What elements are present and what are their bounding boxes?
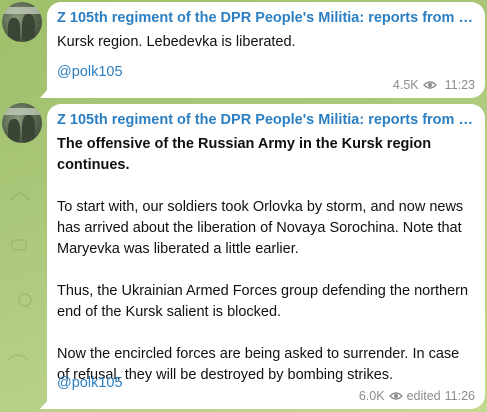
- bubble-tail: [40, 88, 49, 98]
- view-count: 6.0K: [358, 389, 385, 403]
- message-paragraph: Thus, the Ukrainian Armed Forces group d…: [57, 283, 469, 320]
- eye-icon: [388, 392, 403, 400]
- message-bubble[interactable]: Z 105th regiment of the DPR People's Mil…: [40, 104, 485, 409]
- channel-tag-link[interactable]: @polk105: [57, 64, 123, 80]
- channel-avatar[interactable]: [2, 103, 42, 143]
- message-footer: @polk105 6.0K edited 11:26: [57, 375, 475, 403]
- message-footer: @polk105 4.5K 11:23: [57, 64, 475, 92]
- channel-avatar[interactable]: [2, 2, 42, 42]
- message-time: 11:23: [444, 78, 475, 92]
- message-bubble[interactable]: Z 105th regiment of the DPR People's Mil…: [40, 2, 485, 98]
- message-meta: 4.5K 11:23: [393, 78, 475, 92]
- edited-label: edited: [406, 389, 441, 403]
- eye-icon: [422, 81, 437, 89]
- message-meta: 6.0K edited 11:26: [359, 389, 475, 403]
- sender-name[interactable]: Z 105th regiment of the DPR People's Mil…: [57, 110, 477, 130]
- message-paragraph: To start with, our soldiers took Orlovka…: [57, 199, 464, 257]
- view-count: 4.5K: [392, 78, 419, 92]
- message-text: The offensive of the Russian Army in the…: [57, 134, 475, 386]
- sender-name[interactable]: Z 105th regiment of the DPR People's Mil…: [57, 8, 477, 28]
- message-time: 11:26: [444, 389, 475, 403]
- message-paragraph: The offensive of the Russian Army in the…: [57, 136, 432, 173]
- message-text: Kursk region. Lebedevka is liberated.: [57, 32, 475, 53]
- message-paragraph: Kursk region. Lebedevka is liberated.: [57, 34, 296, 50]
- channel-tag-link[interactable]: @polk105: [57, 375, 123, 391]
- bubble-tail: [40, 399, 49, 409]
